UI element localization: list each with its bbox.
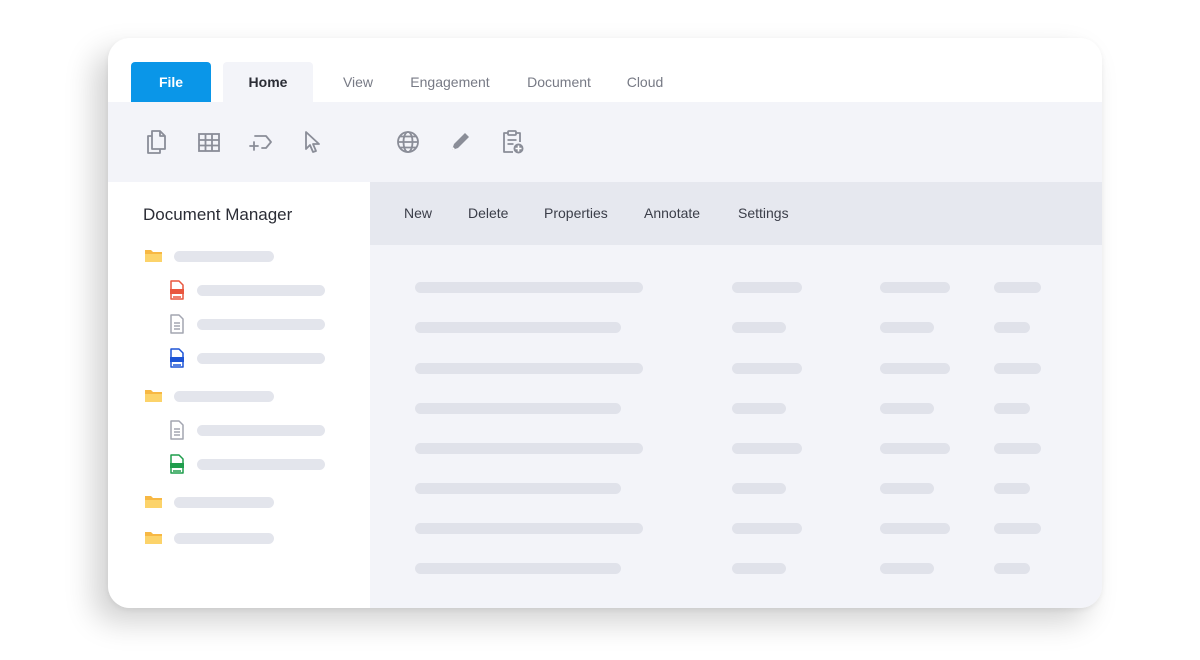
toolbar	[108, 102, 1102, 182]
xlsx-file-icon	[167, 454, 187, 474]
action-bar: New Delete Properties Annotate Settings	[370, 182, 1102, 245]
tree-folder[interactable]	[144, 492, 274, 512]
tab-view[interactable]: View	[333, 62, 383, 102]
table-row[interactable]	[370, 318, 1102, 338]
table-row[interactable]	[370, 559, 1102, 579]
table-row[interactable]	[370, 439, 1102, 459]
tree-folder[interactable]	[144, 386, 274, 406]
convert-icon[interactable]	[247, 128, 275, 156]
annotate-button[interactable]: Annotate	[644, 205, 700, 221]
tree-file[interactable]	[167, 314, 325, 334]
table-row[interactable]	[370, 359, 1102, 379]
docx-file-icon	[167, 348, 187, 368]
tree-file[interactable]	[167, 420, 325, 440]
table-row[interactable]	[370, 399, 1102, 419]
cursor-icon[interactable]	[299, 128, 327, 156]
folder-icon	[144, 528, 164, 548]
document-manager-panel: Document Manager	[108, 182, 370, 608]
item-placeholder	[174, 497, 274, 508]
item-placeholder	[197, 285, 325, 296]
folder-icon	[144, 386, 164, 406]
copy-icon[interactable]	[143, 128, 171, 156]
settings-button[interactable]: Settings	[738, 205, 789, 221]
pencil-icon[interactable]	[446, 128, 474, 156]
table-row[interactable]	[370, 479, 1102, 499]
item-placeholder	[174, 533, 274, 544]
pdf-file-icon	[167, 280, 187, 300]
tab-home[interactable]: Home	[223, 62, 313, 102]
tab-document[interactable]: Document	[515, 62, 603, 102]
table-row[interactable]	[370, 278, 1102, 298]
folder-icon	[144, 246, 164, 266]
panel-title: Document Manager	[143, 205, 293, 224]
tree-folder[interactable]	[144, 528, 274, 548]
globe-icon[interactable]	[394, 128, 422, 156]
item-placeholder	[197, 425, 325, 436]
clipboard-add-icon[interactable]	[498, 128, 526, 156]
tree-folder[interactable]	[144, 246, 274, 266]
properties-button[interactable]: Properties	[544, 205, 608, 221]
text-file-icon	[167, 420, 187, 440]
tab-file[interactable]: File	[131, 62, 211, 102]
item-placeholder	[174, 391, 274, 402]
tree-file[interactable]	[167, 280, 325, 300]
tab-cloud[interactable]: Cloud	[618, 62, 672, 102]
folder-icon	[144, 492, 164, 512]
table-icon[interactable]	[195, 128, 223, 156]
new-button[interactable]: New	[404, 205, 432, 221]
delete-button[interactable]: Delete	[468, 205, 508, 221]
item-placeholder	[197, 319, 325, 330]
document-list: New Delete Properties Annotate Settings	[370, 182, 1102, 608]
tree-file[interactable]	[167, 454, 325, 474]
text-file-icon	[167, 314, 187, 334]
tab-engagement[interactable]: Engagement	[402, 62, 498, 102]
table-row[interactable]	[370, 519, 1102, 539]
item-placeholder	[174, 251, 274, 262]
item-placeholder	[197, 459, 325, 470]
item-placeholder	[197, 353, 325, 364]
tree-file[interactable]	[167, 348, 325, 368]
ribbon-tab-bar: File Home View Engagement Document Cloud	[108, 38, 1102, 102]
app-window: File Home View Engagement Document Cloud	[108, 38, 1102, 608]
